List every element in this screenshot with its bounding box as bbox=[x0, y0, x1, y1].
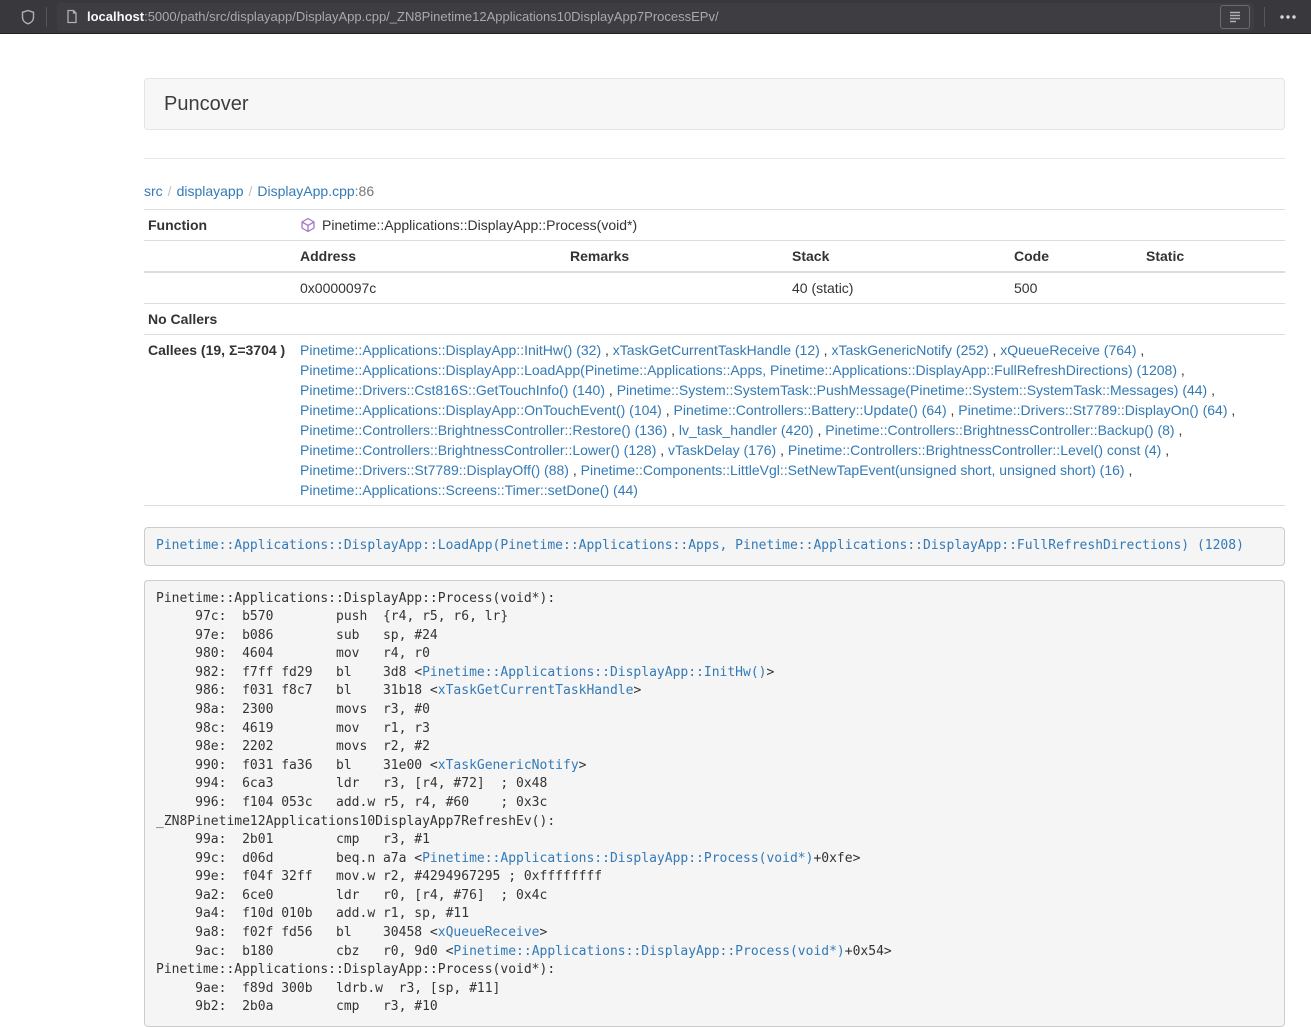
stack-value: 40 (static) bbox=[788, 273, 1010, 303]
app-header-panel: Puncover bbox=[144, 78, 1285, 130]
toolbar-divider bbox=[46, 7, 47, 27]
callee-link[interactable]: Pinetime::Controllers::BrightnessControl… bbox=[788, 442, 1161, 458]
url-bar[interactable]: localhost:5000/path/src/displayapp/Displ… bbox=[57, 3, 1254, 31]
callee-link[interactable]: Pinetime::Applications::Screens::Timer::… bbox=[300, 482, 638, 498]
function-signature: Pinetime::Applications::DisplayApp::Proc… bbox=[322, 215, 637, 235]
toolbar-divider bbox=[1264, 7, 1265, 27]
callees-row: Callees (19, Σ=3704 ) Pinetime::Applicat… bbox=[144, 335, 1285, 506]
breadcrumb-separator: / bbox=[249, 183, 253, 199]
callee-link[interactable]: xTaskGenericNotify (252) bbox=[831, 342, 988, 358]
reader-view-button[interactable] bbox=[1220, 5, 1250, 29]
callee-link[interactable]: Pinetime::Controllers::Battery::Update()… bbox=[674, 402, 947, 418]
disassembly-symbol-link[interactable]: Pinetime::Applications::DisplayApp::Proc… bbox=[453, 944, 844, 959]
callees-label: Callees (19, Σ=3704 ) bbox=[144, 335, 296, 505]
breadcrumb: src/displayapp/DisplayApp.cpp:86 bbox=[144, 181, 1285, 201]
function-info-table: Function Pinetime::Applications::Display… bbox=[144, 209, 1285, 506]
column-header-static: Static bbox=[1142, 241, 1285, 271]
function-row-label: Function bbox=[144, 210, 296, 240]
column-header-address: Address bbox=[296, 241, 566, 271]
callee-link[interactable]: Pinetime::Drivers::Cst816S::GetTouchInfo… bbox=[300, 382, 605, 398]
page-title: Puncover bbox=[164, 93, 249, 116]
disassembly-box: Pinetime::Applications::DisplayApp::Proc… bbox=[144, 580, 1285, 1027]
disassembly-symbol-link[interactable]: Pinetime::Applications::DisplayApp::Init… bbox=[422, 665, 766, 680]
url-host: localhost bbox=[87, 9, 144, 24]
no-callers-label: No Callers bbox=[144, 304, 296, 334]
snippet-symbol-link[interactable]: Pinetime::Applications::DisplayApp::Load… bbox=[156, 538, 1244, 553]
shield-icon[interactable] bbox=[20, 9, 36, 25]
callee-link[interactable]: xQueueReceive (764) bbox=[1000, 342, 1136, 358]
no-callers-row: No Callers bbox=[144, 304, 1285, 335]
code-size-value: 500 bbox=[1010, 273, 1142, 303]
callee-link[interactable]: Pinetime::Drivers::St7789::DisplayOff() … bbox=[300, 462, 569, 478]
metrics-data-row: 0x0000097c 40 (static) 500 bbox=[144, 273, 1285, 304]
disassembly-symbol-link[interactable]: Pinetime::Applications::DisplayApp::Proc… bbox=[422, 851, 813, 866]
function-signature-cell: Pinetime::Applications::DisplayApp::Proc… bbox=[296, 210, 1285, 240]
callee-link[interactable]: Pinetime::Components::LittleVgl::SetNewT… bbox=[581, 462, 1125, 478]
remarks-value bbox=[566, 273, 788, 303]
page-icon bbox=[65, 9, 79, 24]
column-header-stack: Stack bbox=[788, 241, 1010, 271]
callee-link[interactable]: Pinetime::Drivers::St7789::DisplayOn() (… bbox=[958, 402, 1227, 418]
breadcrumb-link-displayapp[interactable]: displayapp bbox=[177, 183, 244, 199]
cube-icon bbox=[300, 217, 316, 233]
static-value bbox=[1142, 273, 1285, 303]
breadcrumb-link-src[interactable]: src bbox=[144, 183, 163, 199]
disassembly-symbol-link[interactable]: xTaskGetCurrentTaskHandle bbox=[438, 683, 634, 698]
disassembly-symbol-link[interactable]: xTaskGenericNotify bbox=[438, 758, 579, 773]
disassembly-symbol-link[interactable]: xQueueReceive bbox=[438, 925, 540, 940]
callees-list: Pinetime::Applications::DisplayApp::Init… bbox=[296, 335, 1285, 505]
kebab-menu-icon[interactable] bbox=[1279, 9, 1297, 25]
source-snippet-box: Pinetime::Applications::DisplayApp::Load… bbox=[144, 527, 1285, 566]
puncover-page: Puncover src/displayapp/DisplayApp.cpp:8… bbox=[144, 78, 1285, 1027]
reader-view-icon bbox=[1228, 10, 1242, 24]
breadcrumb-link-file[interactable]: DisplayApp.cpp bbox=[257, 183, 354, 199]
breadcrumb-line-number: :86 bbox=[355, 183, 374, 199]
url-text: localhost:5000/path/src/displayapp/Displ… bbox=[87, 9, 719, 24]
callee-link[interactable]: Pinetime::Controllers::BrightnessControl… bbox=[300, 422, 667, 438]
metrics-header-row: Address Remarks Stack Code Static bbox=[144, 241, 1285, 273]
column-header-remarks: Remarks bbox=[566, 241, 788, 271]
callee-link[interactable]: Pinetime::Controllers::BrightnessControl… bbox=[825, 422, 1174, 438]
breadcrumb-separator: / bbox=[168, 183, 172, 199]
callee-link[interactable]: xTaskGetCurrentTaskHandle (12) bbox=[613, 342, 820, 358]
callee-link[interactable]: Pinetime::Applications::DisplayApp::OnTo… bbox=[300, 402, 662, 418]
callee-link[interactable]: lv_task_handler (420) bbox=[679, 422, 814, 438]
callee-link[interactable]: Pinetime::Applications::DisplayApp::Load… bbox=[300, 362, 1177, 378]
browser-toolbar: localhost:5000/path/src/displayapp/Displ… bbox=[0, 0, 1311, 34]
address-value: 0x0000097c bbox=[296, 273, 566, 303]
callee-link[interactable]: Pinetime::Applications::DisplayApp::Init… bbox=[300, 342, 601, 358]
url-path: :5000/path/src/displayapp/DisplayApp.cpp… bbox=[144, 9, 719, 24]
callee-link[interactable]: Pinetime::System::SystemTask::PushMessag… bbox=[617, 382, 1208, 398]
callee-link[interactable]: vTaskDelay (176) bbox=[668, 442, 776, 458]
column-header-code: Code bbox=[1010, 241, 1142, 271]
callee-link[interactable]: Pinetime::Controllers::BrightnessControl… bbox=[300, 442, 656, 458]
function-row: Function Pinetime::Applications::Display… bbox=[144, 210, 1285, 241]
divider bbox=[144, 158, 1285, 159]
